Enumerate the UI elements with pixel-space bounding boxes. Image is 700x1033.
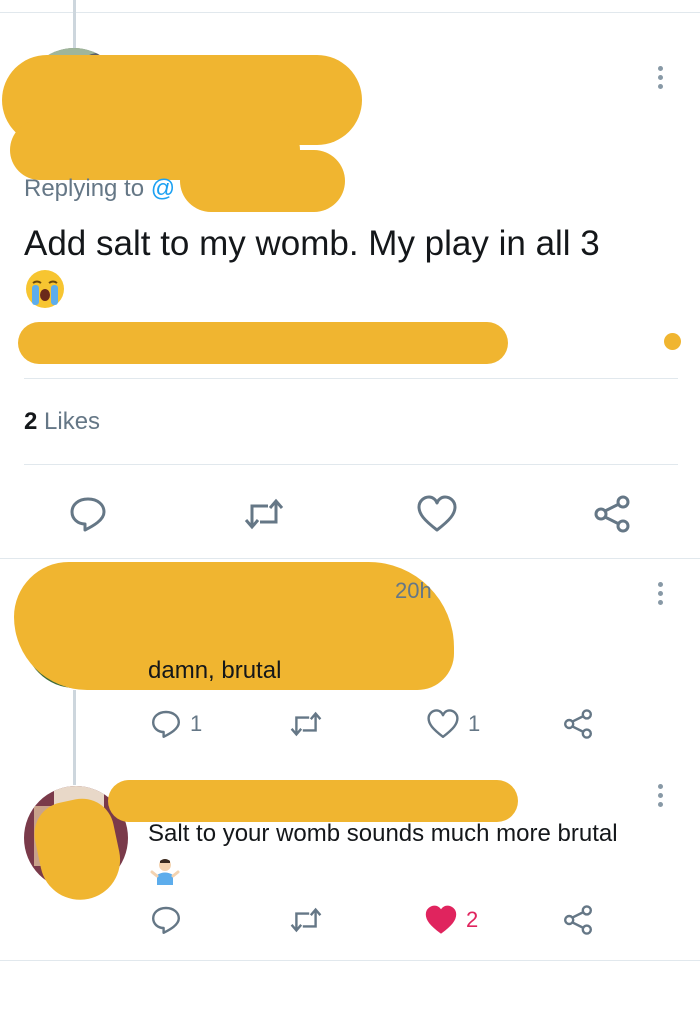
reply2-text: Salt to your womb sounds much more bruta…: [148, 820, 618, 847]
replying-handle-link[interactable]: @: [151, 175, 175, 202]
reply2-reply-button[interactable]: [150, 904, 182, 936]
share-icon: [564, 905, 592, 935]
reply1-more-icon[interactable]: [650, 578, 670, 608]
share-icon: [564, 709, 592, 739]
reply2-share-button[interactable]: [562, 904, 594, 936]
reply-icon: [152, 906, 180, 934]
reply-icon: [70, 497, 106, 532]
reply1-reply-button[interactable]: 1: [150, 708, 202, 740]
divider: [24, 464, 678, 465]
retweet-button[interactable]: [242, 494, 286, 534]
reply1-like-button[interactable]: 1: [426, 708, 480, 740]
man-shrugging-icon: [150, 859, 180, 885]
likes-label: Likes: [44, 408, 101, 435]
likes-count: 2: [24, 408, 38, 435]
redacted-meta: [18, 322, 508, 364]
heart-filled-icon: [425, 905, 457, 934]
heart-icon: [427, 709, 459, 738]
thread-connector: [73, 0, 76, 48]
reply1-text: damn, brutal: [148, 657, 282, 684]
retweet-icon: [290, 907, 322, 933]
reply1-retweet-button[interactable]: [288, 708, 324, 740]
share-button[interactable]: [592, 494, 632, 534]
reply1-time: 20h: [395, 578, 432, 603]
reply2-like-count: 2: [466, 907, 479, 932]
reply-button[interactable]: [68, 494, 108, 534]
like-button[interactable]: [416, 494, 458, 534]
replying-label: Replying to: [24, 175, 145, 202]
tweet-text: Add salt to my womb. My play in all 3: [24, 224, 600, 263]
heart-icon: [417, 495, 457, 532]
reply1-share-button[interactable]: [562, 708, 594, 740]
reply-icon: [152, 710, 180, 738]
likes-stat[interactable]: 2 Likes: [24, 408, 100, 436]
divider: [24, 378, 678, 379]
thread-connector: [73, 690, 76, 785]
reply1-like-count: 1: [468, 711, 481, 736]
section-divider: [0, 558, 700, 559]
reply2-retweet-button[interactable]: [288, 904, 324, 936]
more-options-icon[interactable]: [650, 62, 670, 92]
replying-to: Replying to @: [24, 175, 175, 203]
redacted-reply2-author: [108, 780, 518, 822]
share-icon: [594, 495, 630, 533]
reply1-reply-count: 1: [190, 711, 203, 736]
redacted-handle: [180, 150, 345, 212]
retweet-icon: [290, 711, 322, 737]
bottom-divider: [0, 960, 700, 961]
top-divider: [0, 12, 700, 13]
reply2-more-icon[interactable]: [650, 780, 670, 810]
reply2-like-button[interactable]: 2: [424, 904, 478, 936]
retweet-icon: [244, 498, 284, 530]
redacted-dot: [664, 333, 681, 350]
crying-face-icon: [26, 270, 64, 308]
